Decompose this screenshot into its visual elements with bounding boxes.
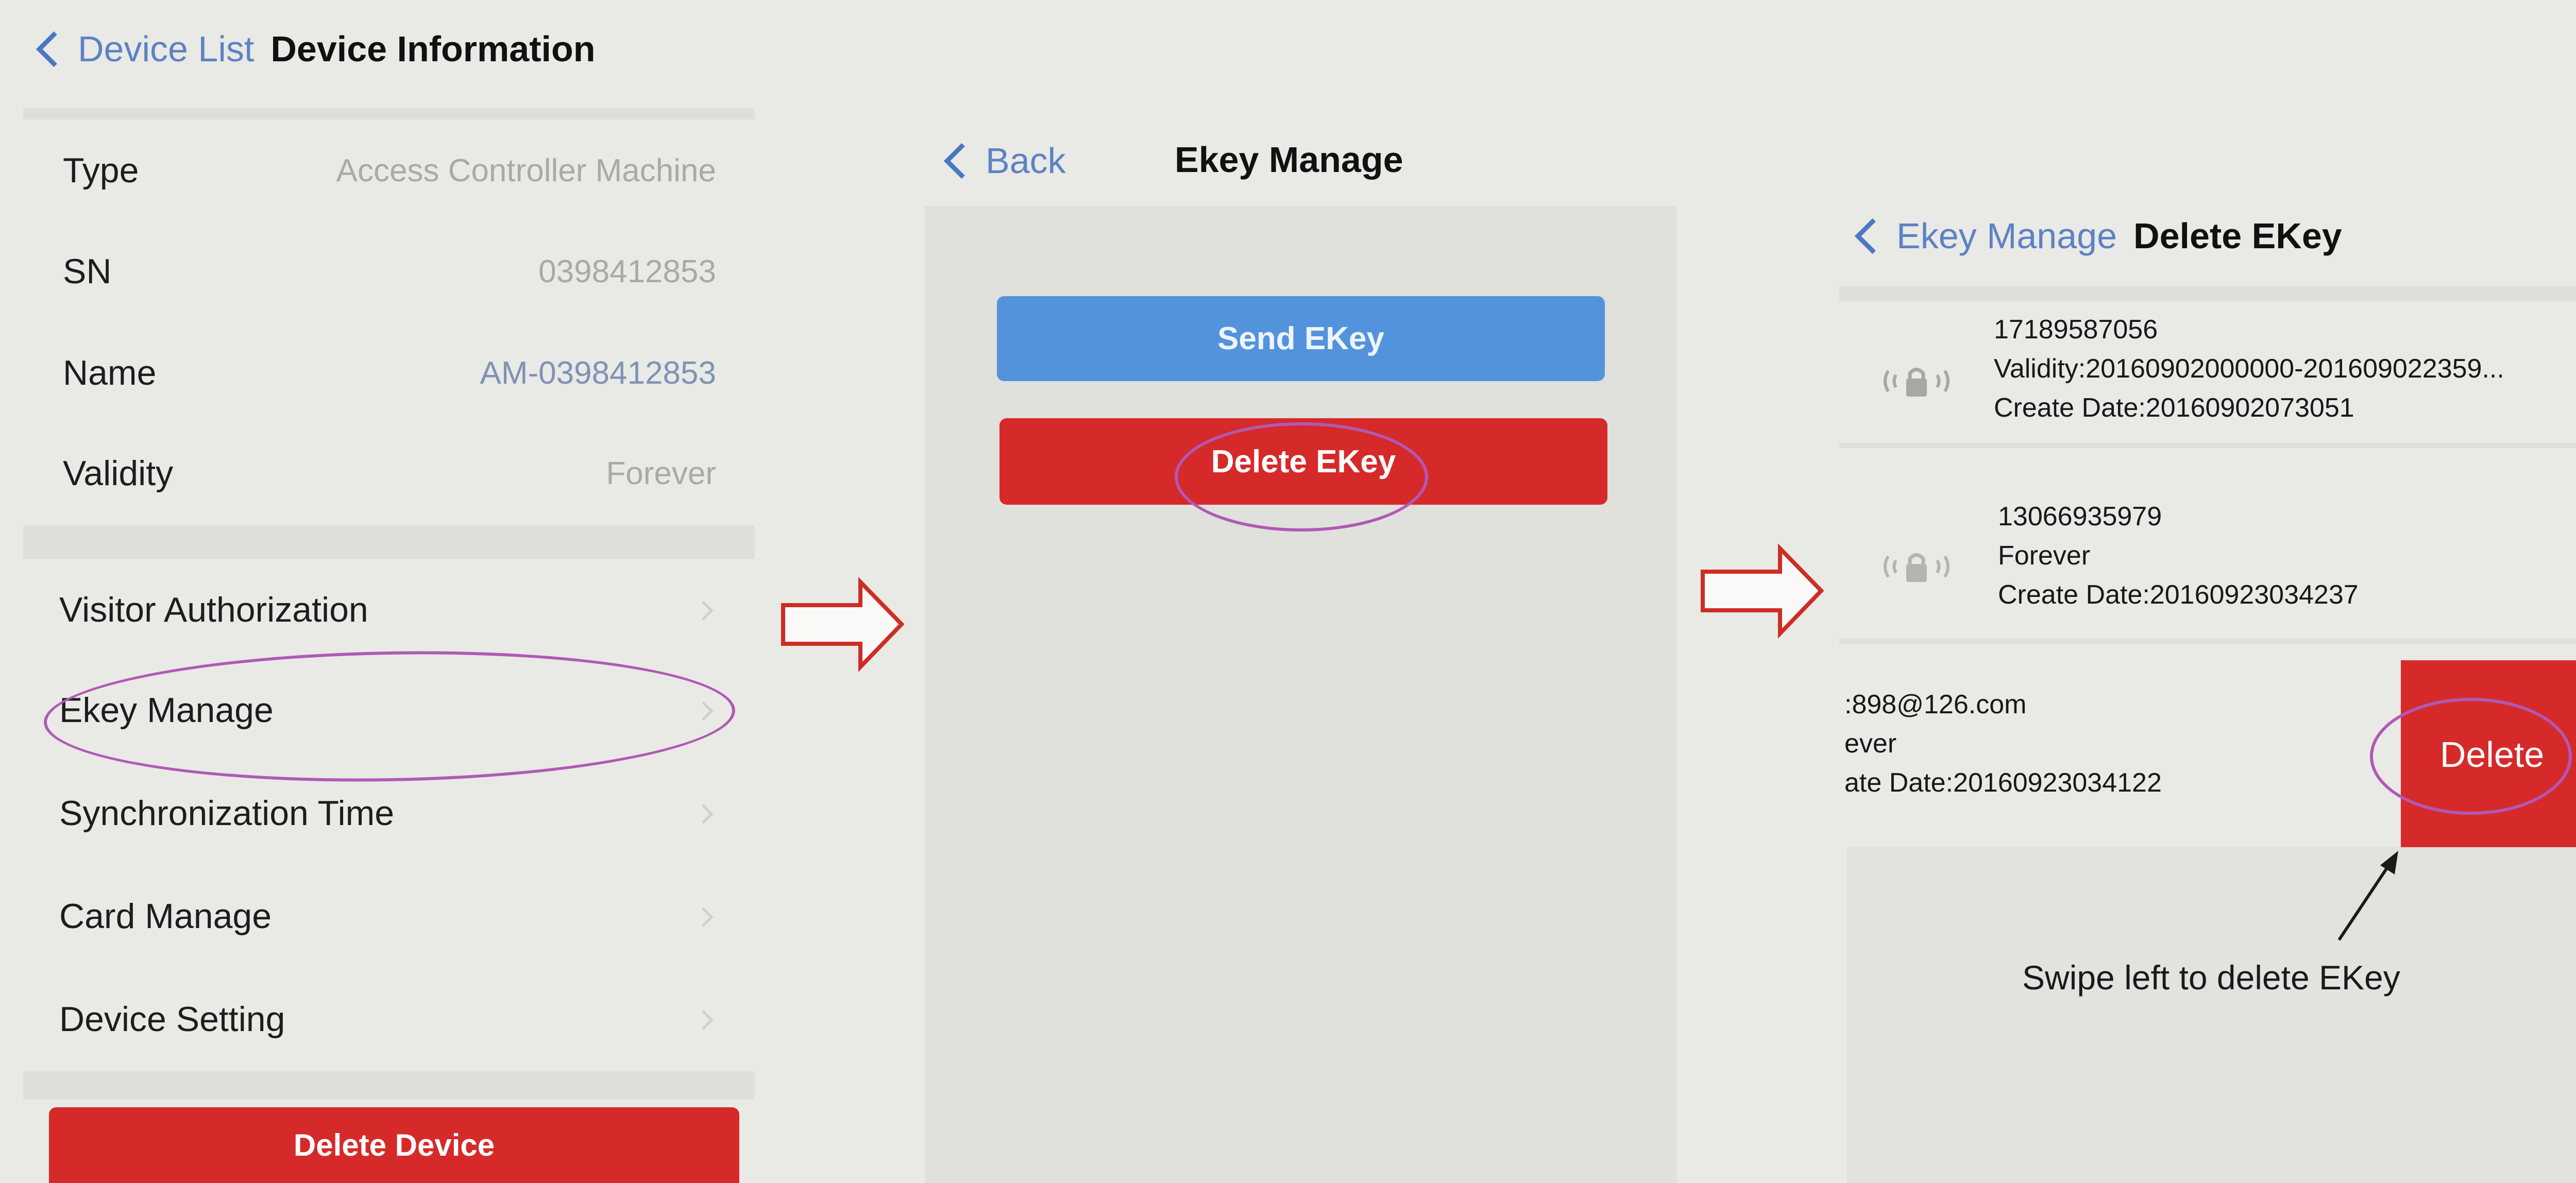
ekey-validity: ever bbox=[1844, 729, 1897, 759]
chevron-right-icon bbox=[693, 907, 714, 927]
nav-bar: Back bbox=[943, 140, 1066, 181]
divider bbox=[1839, 639, 2576, 644]
lock-icon bbox=[1884, 553, 1950, 582]
ekey-account: 17189587056 bbox=[1994, 315, 2158, 345]
highlight-ellipse bbox=[1175, 422, 1428, 532]
ekey-account: 13066935979 bbox=[1998, 502, 2162, 532]
flow-arrow-icon bbox=[781, 577, 905, 672]
menu-item-label: Synchronization Time bbox=[59, 794, 395, 833]
menu-item-label: Device Setting bbox=[59, 1000, 285, 1039]
pointer-arrow-icon bbox=[2337, 851, 2398, 941]
row-label: Validity bbox=[63, 454, 174, 493]
row-label: Type bbox=[63, 151, 139, 190]
row-value: AM-0398412853 bbox=[480, 355, 716, 391]
ekey-account: :898@126.com bbox=[1844, 690, 2027, 719]
ekey-details: 17189587056 Validity:20160902000000-2016… bbox=[1994, 310, 2504, 427]
nav-bar: Ekey Manage Delete EKey bbox=[1854, 215, 2342, 256]
ekey-validity: Forever bbox=[1998, 541, 2091, 571]
row-value: Forever bbox=[606, 456, 716, 491]
send-ekey-button[interactable]: Send EKey bbox=[997, 296, 1605, 381]
menu-item-label: Card Manage bbox=[59, 897, 272, 936]
page-title: Device Information bbox=[270, 29, 596, 69]
highlight-ellipse bbox=[2370, 698, 2572, 815]
back-link[interactable]: Device List bbox=[78, 28, 254, 70]
row-label: Name bbox=[63, 353, 157, 392]
menu-item-label: Visitor Authorization bbox=[59, 590, 368, 629]
highlight-ellipse bbox=[42, 645, 737, 787]
panel-device-information: Device List Device Information Type Acce… bbox=[0, 0, 773, 1183]
chevron-left-icon[interactable] bbox=[1854, 218, 1891, 254]
chevron-left-icon[interactable] bbox=[36, 31, 72, 67]
ekey-details: :898@126.com ever ate Date:2016092303412… bbox=[1844, 685, 2162, 802]
chevron-right-icon bbox=[693, 601, 714, 621]
chevron-left-icon[interactable] bbox=[943, 143, 980, 179]
row-value: 0398412853 bbox=[538, 254, 716, 289]
ekey-created: Create Date:20160923034237 bbox=[1998, 580, 2359, 610]
nav-bar: Device List Device Information bbox=[36, 28, 596, 70]
chevron-right-icon bbox=[693, 1010, 714, 1030]
back-link[interactable]: Ekey Manage bbox=[1896, 215, 2117, 256]
panel-ekey-manage: Back Ekey Manage Send EKey Delete EKey bbox=[922, 0, 1695, 1183]
lock-icon bbox=[1884, 368, 1950, 397]
ekey-created: ate Date:20160923034122 bbox=[1844, 768, 2162, 798]
annotation-text: Swipe left to delete EKey bbox=[2022, 958, 2400, 997]
empty-area bbox=[1847, 847, 2576, 1183]
divider bbox=[23, 108, 755, 119]
back-link[interactable]: Back bbox=[986, 140, 1066, 181]
divider bbox=[1839, 286, 2576, 301]
flow-arrow-icon bbox=[1701, 543, 1824, 639]
page-title: Ekey Manage bbox=[1175, 140, 1403, 180]
divider bbox=[1839, 443, 2576, 448]
delete-device-button[interactable]: Delete Device bbox=[49, 1107, 739, 1183]
row-label: SN bbox=[63, 252, 112, 291]
panel-delete-ekey: Ekey Manage Delete EKey 17189587056 Vali… bbox=[1834, 0, 2576, 1183]
section-divider bbox=[23, 525, 755, 559]
ekey-validity: Validity:20160902000000-201609022359... bbox=[1994, 354, 2504, 384]
ekey-details: 13066935979 Forever Create Date:20160923… bbox=[1998, 497, 2359, 614]
section-divider bbox=[23, 1071, 755, 1100]
chevron-right-icon bbox=[693, 804, 714, 824]
ekey-created: Create Date:20160902073051 bbox=[1994, 393, 2354, 423]
page-title: Delete EKey bbox=[2133, 216, 2342, 256]
row-value: Access Controller Machine bbox=[336, 153, 716, 188]
